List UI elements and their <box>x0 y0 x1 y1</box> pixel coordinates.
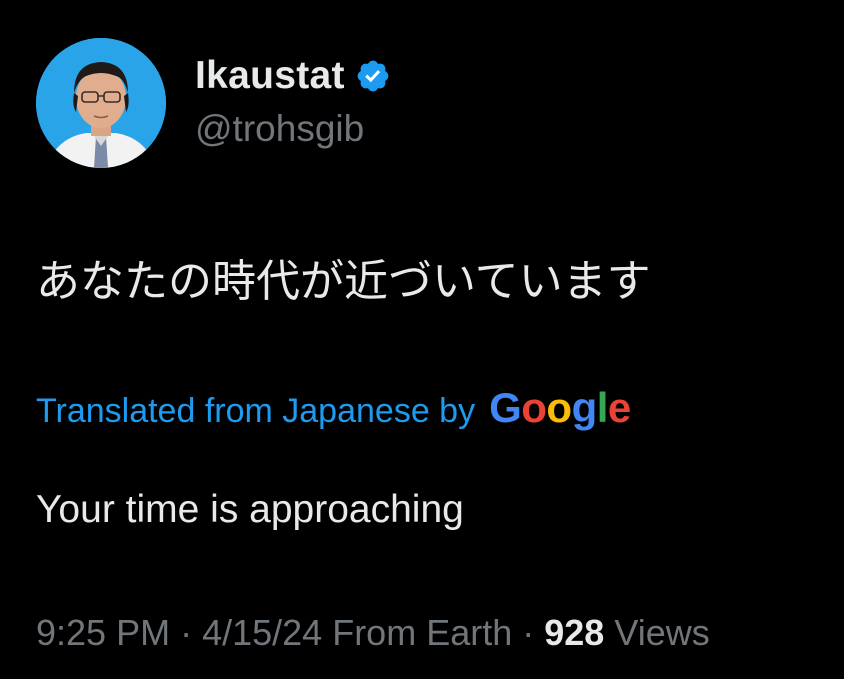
author-name-row: Ikaustat <box>195 50 391 102</box>
google-logo-letter: e <box>607 384 631 431</box>
post-location: From Earth <box>322 612 513 653</box>
google-logo-letter: o <box>521 384 547 431</box>
author-name[interactable]: Ikaustat <box>195 54 345 98</box>
views-count[interactable]: 928 <box>544 612 604 653</box>
post-time[interactable]: 9:25 PM <box>36 612 170 653</box>
post-translated-text: Your time is approaching <box>36 488 464 531</box>
google-logo-letter: o <box>546 384 572 431</box>
author-handle[interactable]: @trohsgib <box>195 108 364 150</box>
post-original-text: あなたの時代が近づいています <box>36 256 651 307</box>
views-label[interactable]: Views <box>604 612 709 653</box>
verified-badge-icon[interactable] <box>355 58 391 94</box>
google-logo-letter: l <box>596 384 609 431</box>
avatar[interactable] <box>36 38 166 168</box>
translation-label[interactable]: Translated from Japanese by <box>36 392 475 431</box>
meta-separator: · <box>512 612 545 653</box>
post-date[interactable]: 4/15/24 <box>202 612 322 653</box>
post-meta: 9:25 PM · 4/15/24 From Earth · 928 Views <box>36 612 710 654</box>
meta-separator: · <box>170 612 203 653</box>
google-logo-letter: G <box>489 384 522 431</box>
google-logo: Google <box>489 384 631 432</box>
google-logo-letter: g <box>571 384 598 431</box>
tweet: Ikaustat @trohsgib あなたの時代が近づいています Transl… <box>0 0 844 679</box>
avatar-image <box>36 38 166 168</box>
translation-attribution: Translated from Japanese by Google <box>36 384 631 432</box>
